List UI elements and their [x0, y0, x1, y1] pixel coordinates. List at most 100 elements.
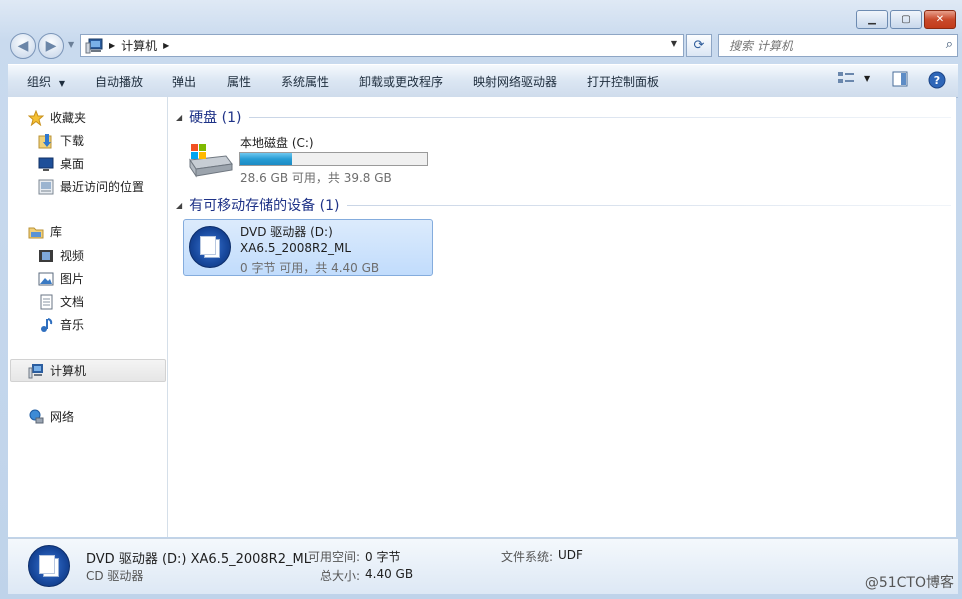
music-note-icon [38, 317, 54, 333]
navigation-pane: 收藏夹 下载 桌面 最近访问的位置 库 视频 图片 文档 音乐 计算机 网络 [8, 97, 168, 537]
dvd-drive-icon [189, 226, 231, 268]
minimize-icon: ▁ [868, 13, 876, 25]
maximize-icon: ▢ [901, 13, 911, 25]
nav-pictures[interactable]: 图片 [38, 270, 84, 287]
nav-desktop-label: 桌面 [60, 157, 85, 171]
disk-usage-bar [239, 152, 428, 166]
breadcrumb-separator-icon[interactable]: ▶ [109, 41, 115, 50]
group-divider [249, 116, 951, 118]
details-type: CD 驱动器 [86, 569, 144, 583]
close-button[interactable]: ✕ [924, 10, 956, 29]
autoplay-button[interactable]: 自动播放 [95, 73, 143, 90]
recent-places-icon [38, 179, 54, 195]
nav-music[interactable]: 音乐 [38, 316, 84, 333]
nav-documents[interactable]: 文档 [38, 293, 84, 310]
change-view-button[interactable]: ▼ [838, 71, 870, 85]
address-bar[interactable]: ▶ 计算机 ▶ ▼ [80, 34, 684, 57]
recent-pages-dropdown-icon[interactable]: ▼ [68, 40, 74, 49]
nav-music-label: 音乐 [60, 318, 85, 332]
drive-name: 本地磁盘 (C:) [240, 136, 314, 150]
open-control-panel-button[interactable]: 打开控制面板 [587, 73, 659, 90]
nav-computer[interactable]: 计算机 [28, 362, 86, 379]
close-icon: ✕ [935, 13, 945, 25]
star-icon [27, 109, 45, 126]
total-size-value: 4.40 GB [365, 567, 414, 581]
desktop-icon [38, 156, 54, 172]
free-space-value: 0 字节 [365, 550, 401, 564]
uninstall-program-button[interactable]: 卸载或更改程序 [359, 73, 443, 90]
group-header-label: 硬盘 (1) [189, 110, 242, 126]
nav-computer-label: 计算机 [50, 364, 87, 378]
breadcrumb-separator-icon[interactable]: ▶ [163, 41, 169, 50]
help-icon: ? [928, 71, 946, 89]
nav-favorites-label: 收藏夹 [50, 111, 87, 125]
svg-text:?: ? [934, 74, 940, 87]
back-arrow-icon: ◀ [17, 38, 29, 54]
caption-buttons: ▁ ▢ ✕ [854, 10, 956, 29]
nav-libraries-label: 库 [50, 225, 63, 239]
chevron-down-icon: ▼ [58, 79, 65, 88]
drive-volume-label: XA6.5_2008R2_ML [240, 241, 352, 255]
chevron-down-icon[interactable]: ▼ [864, 74, 870, 83]
collapse-triangle-icon[interactable]: ◢ [176, 113, 182, 122]
details-title: DVD 驱动器 (D:) XA6.5_2008R2_ML [86, 552, 311, 567]
drive-tile-c[interactable]: 本地磁盘 (C:) 28.6 GB 可用，共 39.8 GB [183, 130, 453, 185]
address-history-dropdown-icon[interactable]: ▼ [671, 39, 677, 48]
search-icon[interactable]: ⌕ [946, 37, 953, 52]
nav-documents-label: 文档 [60, 295, 85, 309]
free-space-label: 可用空间: [308, 550, 361, 564]
breadcrumb-computer[interactable]: 计算机 [121, 37, 157, 54]
help-button[interactable]: ? [928, 71, 946, 89]
drive-tile-d[interactable]: DVD 驱动器 (D:) XA6.5_2008R2_ML 0 字节 可用，共 4… [183, 219, 433, 276]
nav-downloads-label: 下载 [60, 134, 85, 148]
nav-downloads[interactable]: 下载 [38, 132, 84, 149]
disk-usage-fill [240, 153, 293, 165]
system-properties-button[interactable]: 系统属性 [281, 73, 329, 90]
drive-free-space: 28.6 GB 可用，共 39.8 GB [240, 171, 392, 185]
details-pane: DVD 驱动器 (D:) XA6.5_2008R2_ML CD 驱动器 可用空间… [8, 538, 958, 594]
computer-icon [85, 38, 103, 53]
video-icon [38, 248, 54, 264]
file-system-label: 文件系统: [501, 550, 554, 564]
content-pane: ◢ 硬盘 (1) 本地磁盘 (C:) 28.6 GB 可用，共 39.8 GB … [168, 97, 956, 537]
document-icon [38, 294, 54, 310]
back-button[interactable]: ◀ [10, 33, 36, 59]
library-folder-icon [28, 224, 44, 240]
nav-desktop[interactable]: 桌面 [38, 155, 84, 172]
watermark-text: @51CTO博客 [864, 575, 954, 591]
eject-button[interactable]: 弹出 [172, 73, 196, 90]
collapse-triangle-icon[interactable]: ◢ [176, 201, 182, 210]
total-size-label: 总大小: [320, 569, 361, 583]
navigation-bar: ◀ ▶ ▼ ▶ 计算机 ▶ ▼ ⟳ ⌕ [10, 32, 958, 60]
search-input[interactable] [727, 37, 941, 54]
nav-recent-places[interactable]: 最近访问的位置 [38, 178, 144, 195]
file-system-value: UDF [558, 548, 583, 562]
properties-button[interactable]: 属性 [227, 73, 251, 90]
search-box[interactable]: ⌕ [718, 34, 958, 57]
group-divider [347, 204, 951, 206]
map-network-drive-button[interactable]: 映射网络驱动器 [473, 73, 557, 90]
forward-button[interactable]: ▶ [38, 33, 64, 59]
organize-menu[interactable]: 组织 ▼ [27, 73, 65, 90]
drive-name: DVD 驱动器 (D:) [240, 225, 333, 239]
nav-recent-places-label: 最近访问的位置 [60, 180, 145, 194]
nav-videos[interactable]: 视频 [38, 247, 84, 264]
refresh-button[interactable]: ⟳ [686, 34, 712, 57]
maximize-button[interactable]: ▢ [890, 10, 922, 29]
nav-pictures-label: 图片 [60, 272, 85, 286]
network-icon [28, 409, 44, 425]
group-header-label: 有可移动存储的设备 (1) [189, 198, 340, 214]
drive-free-space: 0 字节 可用，共 4.40 GB [240, 261, 380, 275]
command-bar: 组织 ▼ 自动播放 弹出 属性 系统属性 卸载或更改程序 映射网络驱动器 打开控… [8, 64, 958, 98]
downloads-folder-icon [38, 133, 54, 149]
nav-libraries[interactable]: 库 [28, 223, 62, 240]
nav-favorites[interactable]: 收藏夹 [27, 109, 87, 126]
nav-network-label: 网络 [50, 410, 75, 424]
nav-videos-label: 视频 [60, 249, 85, 263]
minimize-button[interactable]: ▁ [856, 10, 888, 29]
nav-network[interactable]: 网络 [28, 408, 74, 425]
computer-icon [28, 363, 44, 379]
group-header-removable[interactable]: ◢ 有可移动存储的设备 (1) [176, 195, 951, 215]
group-header-hard-disks[interactable]: ◢ 硬盘 (1) [176, 107, 951, 127]
preview-pane-button[interactable] [892, 71, 908, 87]
